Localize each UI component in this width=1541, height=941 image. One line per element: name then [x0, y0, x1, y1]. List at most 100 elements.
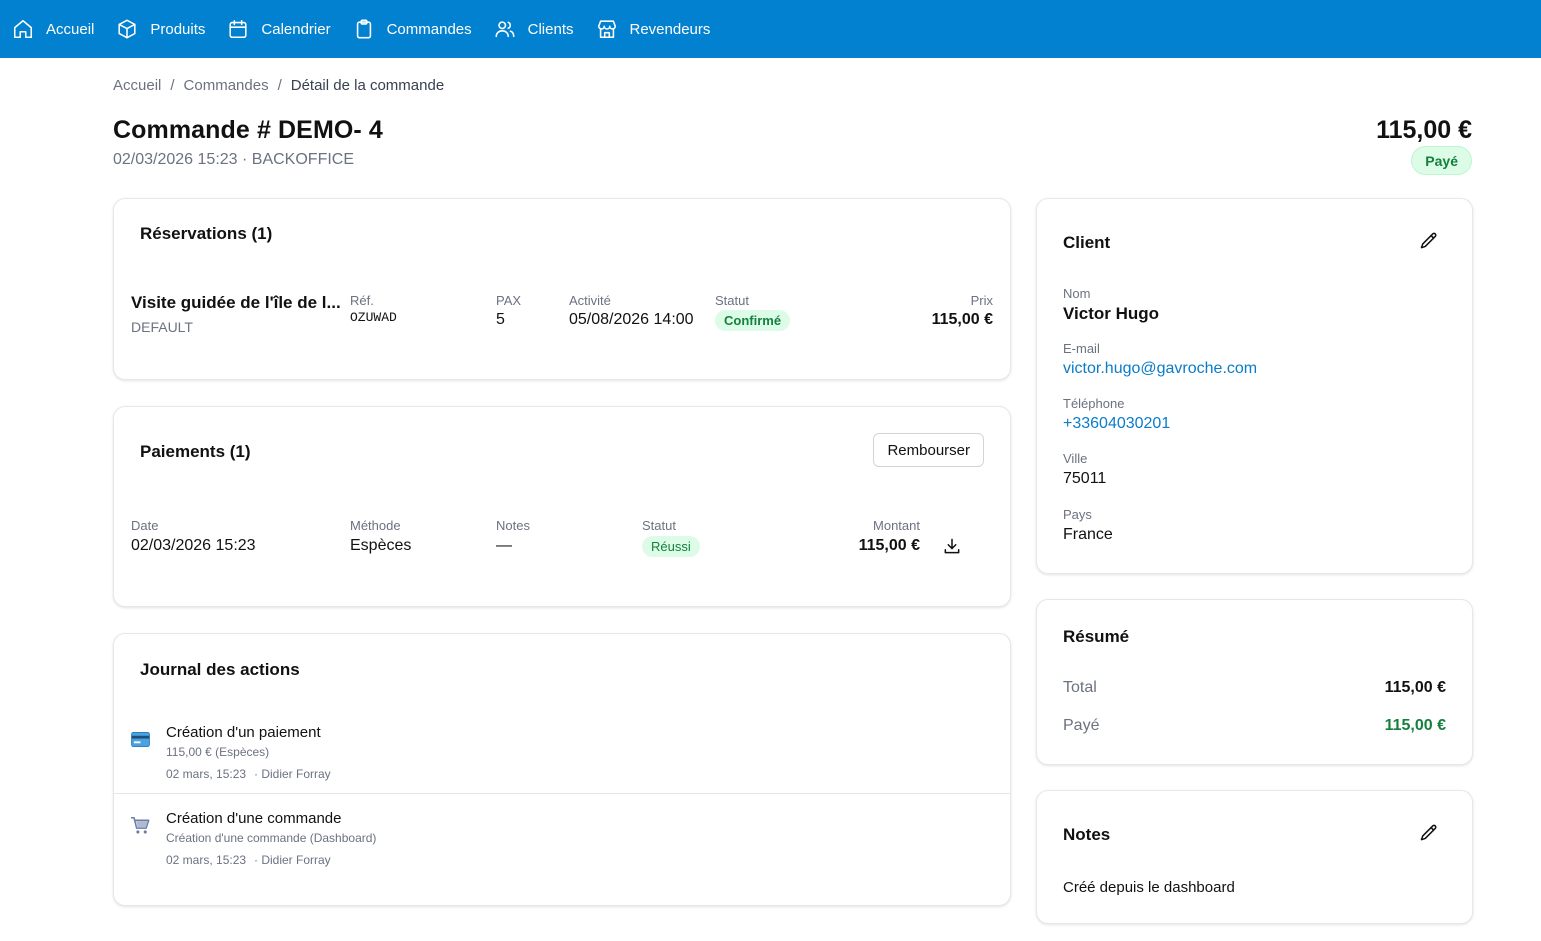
breadcrumb-separator: /	[277, 77, 282, 94]
notes-card: Notes Créé depuis le dashboard	[1036, 790, 1473, 924]
breadcrumb-link-accueil[interactable]: Accueil	[113, 77, 161, 94]
breadcrumb-link-commandes[interactable]: Commandes	[184, 77, 269, 94]
journal-entry-title: Création d'un paiement	[166, 724, 321, 741]
summary-card: Résumé Total 115,00 € Payé 115,00 €	[1036, 599, 1473, 765]
breadcrumb: Accueil / Commandes / Détail de la comma…	[113, 77, 444, 94]
payment-row: Date 02/03/2026 15:23 Méthode Espèces No…	[114, 515, 1010, 575]
payments-card: Paiements (1) Rembourser Date 02/03/2026…	[113, 406, 1011, 607]
nav-label: Commandes	[386, 20, 472, 38]
page-subtitle: 02/03/2026 15:23 · BACKOFFICE	[113, 151, 355, 168]
client-phone-link[interactable]: +33604030201	[1063, 415, 1170, 433]
summary-paid-value: 115,00 €	[1384, 717, 1446, 734]
summary-total-label: Total	[1063, 679, 1097, 696]
reservation-status-badge: Confirmé	[715, 310, 791, 331]
client-country: France	[1063, 526, 1113, 543]
notes-title: Notes	[1063, 825, 1111, 844]
summary-paid-label: Payé	[1063, 717, 1100, 734]
calendar-icon	[229, 19, 247, 39]
box-icon	[118, 19, 136, 39]
client-country-label: Pays	[1063, 507, 1092, 522]
summary-title: Résumé	[1063, 627, 1130, 646]
pencil-icon	[1420, 232, 1437, 249]
nav-label: Produits	[150, 20, 206, 38]
activity-value: 05/08/2026 14:00	[569, 311, 694, 328]
store-icon	[597, 20, 616, 39]
payment-status-badge: Réussi	[642, 536, 700, 557]
status-badge: Payé	[1411, 146, 1472, 175]
clipboard-icon	[356, 19, 371, 39]
shopping-cart-icon	[131, 816, 150, 834]
journal-entry: Création d'un paiement 115,00 € (Espèces…	[114, 718, 1010, 794]
activity-label: Activité	[569, 293, 611, 308]
credit-card-icon	[131, 732, 150, 747]
payment-date-label: Date	[131, 518, 159, 533]
status-label: Statut	[715, 293, 749, 308]
pax-value: 5	[496, 311, 505, 328]
pencil-icon	[1420, 824, 1437, 841]
nav-item-revendeurs[interactable]: Revendeurs	[596, 18, 711, 40]
client-name-label: Nom	[1063, 286, 1091, 301]
client-title: Client	[1063, 233, 1111, 252]
ref-label: Réf.	[350, 293, 374, 308]
client-city-label: Ville	[1063, 451, 1088, 466]
nav-item-accueil[interactable]: Accueil	[12, 18, 94, 40]
payment-status-text: Réussi	[642, 536, 700, 557]
client-phone-label: Téléphone	[1063, 396, 1125, 411]
edit-notes-button[interactable]	[1419, 823, 1439, 843]
journal-entry-detail: 115,00 € (Espèces)	[166, 745, 270, 759]
reservation-product-name: Visite guidée de l'île de l...	[131, 293, 341, 312]
nav-label: Revendeurs	[629, 20, 711, 38]
price-value: 115,00 €	[931, 311, 993, 328]
price-label: Prix	[970, 293, 993, 308]
nav-item-clients[interactable]: Clients	[494, 18, 574, 40]
nav-label: Accueil	[46, 20, 95, 38]
journal-title: Journal des actions	[140, 660, 300, 679]
client-email-label: E-mail	[1063, 341, 1100, 356]
top-navigation: Accueil Produits Calendrier Commandes Cl…	[0, 0, 1541, 58]
payment-notes-label: Notes	[496, 518, 530, 533]
refund-button[interactable]: Rembourser	[873, 433, 984, 467]
payments-title: Paiements (1)	[140, 442, 251, 461]
journal-entry-date: 02 mars, 15:23	[166, 853, 247, 867]
nav-item-calendrier[interactable]: Calendrier	[227, 18, 331, 40]
journal-entry-title: Création d'une commande	[166, 810, 342, 827]
reservation-status-text: Confirmé	[715, 310, 791, 331]
pax-label: PAX	[496, 293, 522, 308]
client-email-link[interactable]: victor.hugo@gavroche.com	[1063, 360, 1257, 378]
nav-label: Calendrier	[261, 20, 331, 38]
nav-item-produits[interactable]: Produits	[116, 18, 205, 40]
payment-method-label: Méthode	[350, 518, 401, 533]
notes-text: Créé depuis le dashboard	[1063, 879, 1235, 896]
page-title: Commande # DEMO- 4	[113, 116, 383, 144]
client-name: Victor Hugo	[1063, 304, 1160, 323]
payment-date: 02/03/2026 15:23	[131, 537, 256, 554]
nav-label: Clients	[527, 20, 574, 38]
breadcrumb-separator: /	[170, 77, 175, 94]
ref-value: OZUWAD	[350, 310, 397, 325]
journal-entry-author: · Didier Forray	[254, 767, 331, 781]
download-icon	[944, 538, 960, 554]
breadcrumb-current: Détail de la commande	[290, 77, 445, 94]
journal-divider	[114, 793, 1010, 794]
journal-entry-author: · Didier Forray	[254, 853, 331, 867]
edit-client-button[interactable]	[1419, 231, 1439, 251]
payment-amount: 115,00 €	[858, 537, 920, 554]
payment-method: Espèces	[350, 537, 412, 554]
journal-entry: Création d'une commande Création d'une c…	[114, 804, 1010, 880]
nav-item-commandes[interactable]: Commandes	[353, 18, 472, 40]
reservation-row[interactable]: Visite guidée de l'île de l... DEFAULT R…	[114, 279, 1010, 349]
client-card: Client Nom Victor Hugo E-mail victor.hug…	[1036, 198, 1473, 574]
summary-total-value: 115,00 €	[1384, 679, 1446, 696]
client-city: 75011	[1063, 470, 1107, 487]
journal-entry-detail: Création d'une commande (Dashboard)	[166, 831, 377, 845]
reservations-title: Réservations (1)	[140, 224, 273, 243]
journal-card: Journal des actions Création d'un paieme…	[113, 633, 1011, 906]
payment-amount-label: Montant	[873, 518, 920, 533]
reservations-card: Réservations (1) Visite guidée de l'île …	[113, 198, 1011, 380]
journal-entry-date: 02 mars, 15:23	[166, 767, 247, 781]
download-receipt-button[interactable]	[942, 536, 962, 556]
order-total: 115,00 €	[1376, 116, 1472, 144]
home-icon	[13, 19, 33, 39]
reservation-variant: DEFAULT	[131, 319, 193, 335]
payment-status-label: Statut	[642, 518, 676, 533]
